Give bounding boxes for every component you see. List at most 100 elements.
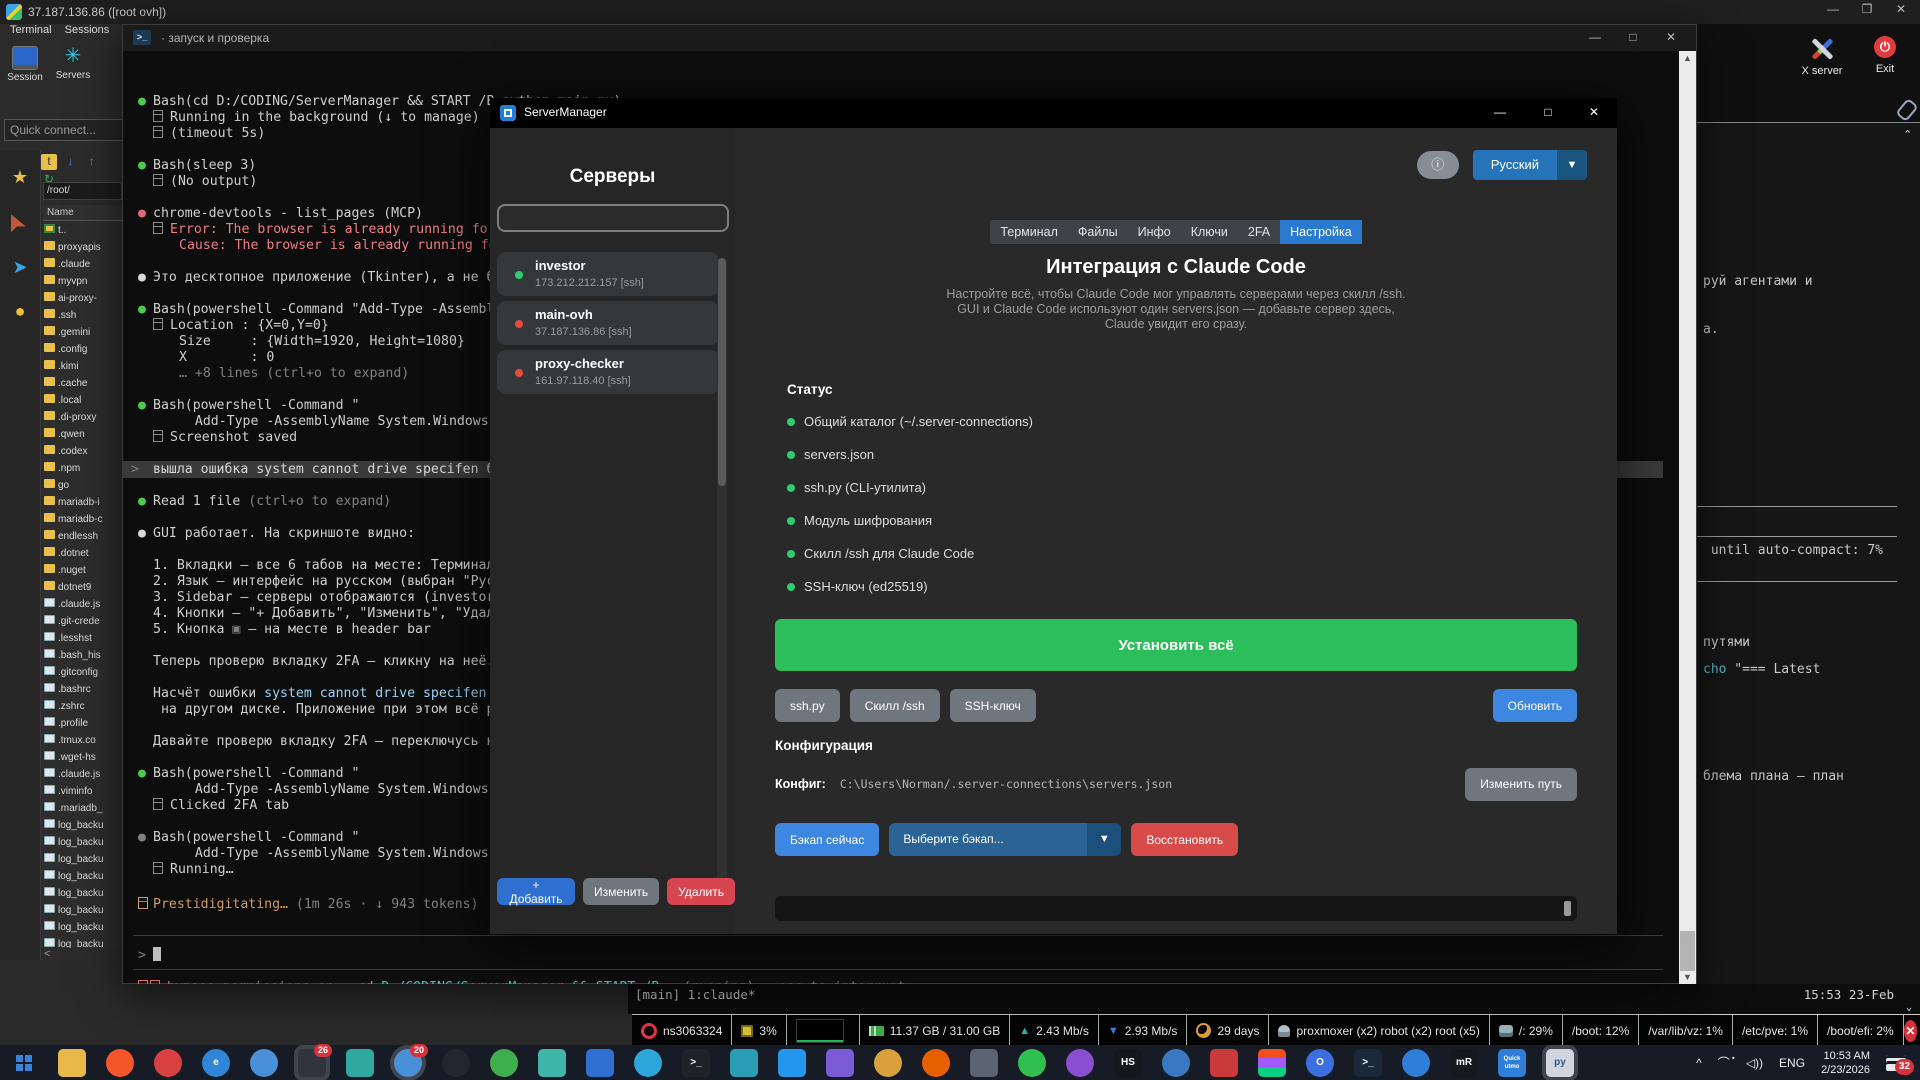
file-row[interactable]: .bash_his	[42, 647, 121, 664]
file-row[interactable]: proxyapis	[42, 239, 121, 256]
menu-terminal[interactable]: Terminal	[10, 24, 52, 36]
change-path-button[interactable]: Изменить путь	[1465, 767, 1577, 801]
taskbar-icon-quickutmo[interactable]: Quick utmo	[1498, 1048, 1526, 1077]
taskbar-icon-powershell[interactable]: >_	[1354, 1048, 1382, 1077]
refresh-button[interactable]: Обновить	[1492, 689, 1577, 722]
file-row[interactable]: .di-proxy	[42, 409, 121, 426]
taskbar-icon-chrome-1[interactable]	[250, 1048, 278, 1077]
file-row[interactable]: log_backu	[42, 817, 121, 834]
scroll-down-icon[interactable]: ▼	[1679, 972, 1696, 982]
file-row[interactable]: mariadb-c	[42, 511, 121, 528]
file-row[interactable]: .cache	[42, 375, 121, 392]
moba-minimize-button[interactable]: —	[1816, 2, 1850, 16]
terminal-minimize-button[interactable]: —	[1578, 30, 1612, 44]
tab-Ключи[interactable]: Ключи	[1181, 220, 1238, 244]
file-row[interactable]: .qwen	[42, 426, 121, 443]
taskbar-icon-app-blue[interactable]	[586, 1048, 614, 1077]
file-row[interactable]: t..	[42, 222, 121, 239]
taskbar-icon-paint[interactable]	[1162, 1048, 1190, 1077]
log-bar-thumb[interactable]	[1564, 901, 1571, 916]
terminal-scrollbar[interactable]: ▲ ▼	[1679, 51, 1696, 984]
file-row[interactable]: endlessh	[42, 528, 121, 545]
file-row[interactable]: .profile	[42, 715, 121, 732]
x-server-button[interactable]: X server	[1792, 36, 1852, 77]
taskbar-icon-app-teal[interactable]	[346, 1048, 374, 1077]
file-row[interactable]: .claude.js	[42, 596, 121, 613]
taskbar-icon-terminal-dark[interactable]: >_	[682, 1048, 710, 1077]
delete-server-button[interactable]: Удалить	[667, 878, 735, 905]
file-row[interactable]: mariadb-i	[42, 494, 121, 511]
server-list-scrollbar[interactable]	[717, 258, 727, 898]
server-search-input[interactable]	[496, 204, 729, 232]
file-row[interactable]: .gemini	[42, 324, 121, 341]
send-icon[interactable]: ➤	[9, 256, 31, 278]
taskbar-icon-app-violet[interactable]	[1066, 1048, 1094, 1077]
file-row[interactable]: .claude.js	[42, 766, 121, 783]
taskbar-icon-app-teal-2[interactable]	[730, 1048, 758, 1077]
sftp-path-input[interactable]: /root/	[43, 182, 122, 200]
log-bar[interactable]	[775, 896, 1577, 921]
edit-server-button[interactable]: Изменить	[583, 878, 660, 905]
backup-now-button[interactable]: Бэкап сейчас	[775, 823, 880, 856]
taskbar-icon-whatsapp[interactable]	[1018, 1048, 1046, 1077]
taskbar-icon-hs[interactable]: HS	[1114, 1048, 1142, 1077]
add-server-button[interactable]: + Добавить	[497, 878, 576, 906]
folder-up-icon[interactable]: t	[41, 154, 57, 170]
file-row[interactable]: log_backu	[42, 936, 121, 948]
sm-maximize-button[interactable]: □	[1531, 105, 1565, 119]
file-list-scroll-left[interactable]: <	[44, 948, 50, 960]
file-row[interactable]: .lesshst	[42, 630, 121, 647]
file-row[interactable]: .claude	[42, 256, 121, 273]
file-row[interactable]: .bashrc	[42, 681, 121, 698]
taskbar-icon-app-purple[interactable]	[826, 1048, 854, 1077]
language-indicator[interactable]: ENG	[1779, 1056, 1805, 1070]
taskbar-icon-app-red[interactable]	[154, 1048, 182, 1077]
taskbar-icon-docker[interactable]	[778, 1048, 806, 1077]
taskbar-icon-app-dark[interactable]: 26	[298, 1043, 332, 1077]
volume-icon[interactable]: ◁))	[1746, 1056, 1763, 1070]
taskbar-icon-telegram[interactable]	[634, 1048, 662, 1077]
file-row[interactable]: .kimi	[42, 358, 121, 375]
favorites-star-icon[interactable]: ★	[9, 166, 31, 188]
sshpy-button[interactable]: ssh.py	[775, 689, 840, 722]
tab-Файлы[interactable]: Файлы	[1068, 220, 1128, 244]
taskbar-icon-app-slate[interactable]	[970, 1048, 998, 1077]
wifi-icon[interactable]: ⌒̇	[1718, 1054, 1730, 1071]
file-row[interactable]: .viminfo	[42, 783, 121, 800]
file-row[interactable]: .mariadb_	[42, 800, 121, 817]
install-all-button[interactable]: Установить всё	[775, 619, 1577, 671]
scroll-up-icon[interactable]: ▲	[1679, 53, 1696, 63]
file-row[interactable]: log_backu	[42, 919, 121, 936]
file-row[interactable]: log_backu	[42, 902, 121, 919]
file-row[interactable]: .tmux.co	[42, 732, 121, 749]
file-row[interactable]: log_backu	[42, 885, 121, 902]
terminal-prompt[interactable]: >	[123, 947, 1663, 964]
taskbar-icon-opera[interactable]: O	[1306, 1048, 1334, 1077]
servermanager-window[interactable]: ServerManager — □ ✕ Серверы investor 173.…	[490, 98, 1617, 934]
taskbar-icon-file-explorer[interactable]	[58, 1048, 86, 1077]
taskbar-icon-figma[interactable]	[1258, 1048, 1286, 1077]
file-row[interactable]: log_backu	[42, 868, 121, 885]
taskbar-clock[interactable]: 10:53 AM 2/23/2026	[1821, 1049, 1870, 1077]
server-row-main-ovh[interactable]: main-ovh 37.187.136.86 [ssh]	[497, 301, 719, 345]
server-row-proxy-checker[interactable]: proxy-checker 161.97.118.40 [ssh]	[497, 350, 719, 394]
taskbar-icon-app-green[interactable]	[490, 1048, 518, 1077]
download-icon[interactable]: ↓	[62, 154, 78, 170]
sm-close-button[interactable]: ✕	[1577, 105, 1611, 119]
file-row[interactable]: .npm	[42, 460, 121, 477]
bg-scroll-up-icon[interactable]: ⌃	[1903, 128, 1912, 141]
file-row[interactable]: .config	[42, 341, 121, 358]
tab-Инфо[interactable]: Инфо	[1128, 220, 1181, 244]
menu-sessions[interactable]: Sessions	[65, 24, 110, 36]
tab-2FA[interactable]: 2FA	[1238, 220, 1280, 244]
sftp-file-list[interactable]: t.. proxyapis .claude myvpn ai-proxy- .ssh .ge…	[42, 222, 121, 948]
server-row-investor[interactable]: investor 173.212.212.157 [ssh]	[497, 252, 719, 296]
file-row[interactable]: .gitconfig	[42, 664, 121, 681]
taskbar-icon-edge[interactable]: e	[202, 1048, 230, 1077]
taskbar-icon-app-gold[interactable]	[874, 1048, 902, 1077]
session-button[interactable]: Session	[0, 46, 50, 83]
taskbar-icon-python[interactable]: py	[1546, 1048, 1574, 1077]
tray-chevron-icon[interactable]: ^	[1696, 1056, 1702, 1070]
server-list[interactable]: investor 173.212.212.157 [ssh] main-ovh 37.…	[497, 252, 719, 394]
taskbar-icon-steam[interactable]	[442, 1048, 470, 1077]
